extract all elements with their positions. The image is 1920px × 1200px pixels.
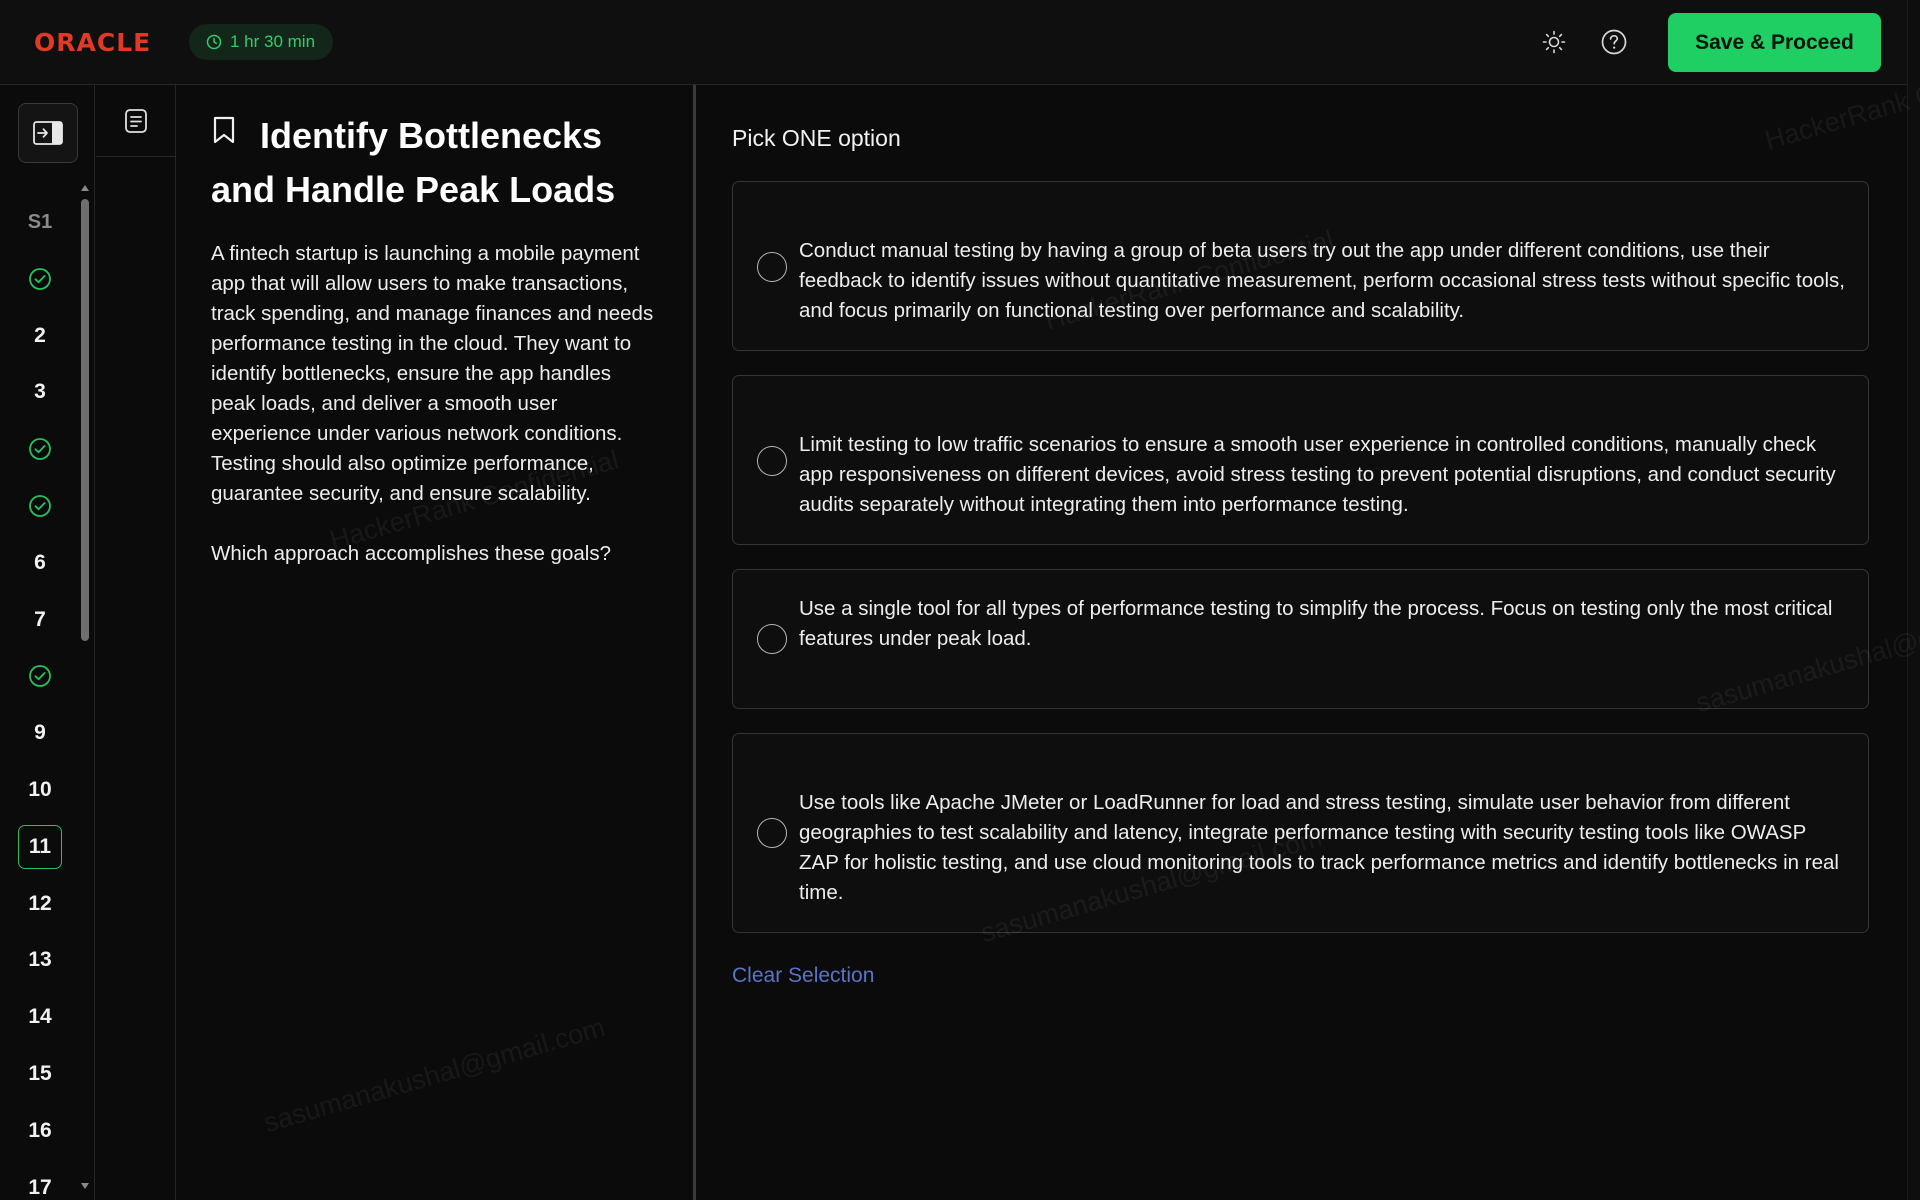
radio-button[interactable]: [757, 818, 787, 848]
scroll-up-arrow[interactable]: [81, 185, 89, 191]
question-item[interactable]: 9: [18, 711, 62, 755]
question-current-item[interactable]: 11: [18, 824, 62, 869]
answer-option-text: Conduct manual testing by having a group…: [799, 239, 1846, 322]
question-item[interactable]: 10: [18, 768, 62, 812]
question-item[interactable]: 15: [18, 1052, 62, 1096]
top-bar: ORACLE 1 hr 30 min Save & Proceed: [0, 0, 1920, 85]
help-circle-icon[interactable]: [1598, 26, 1630, 58]
sun-icon[interactable]: [1538, 26, 1570, 58]
check-circle-icon: [29, 665, 51, 688]
question-item[interactable]: 17: [18, 1166, 62, 1200]
question-item[interactable]: 7: [18, 598, 62, 642]
check-circle-icon: [29, 267, 51, 290]
question-item[interactable]: 12: [18, 882, 62, 926]
clear-selection-link[interactable]: Clear Selection: [732, 964, 874, 988]
question-item[interactable]: 16: [18, 1109, 62, 1153]
question-list-scrollbar[interactable]: [80, 185, 90, 1190]
question-answered-item[interactable]: [18, 257, 62, 301]
question-panel: Identify Bottlenecks and Handle Peak Loa…: [177, 85, 693, 1200]
radio-button[interactable]: [757, 446, 787, 476]
question-answered-item[interactable]: [18, 484, 62, 528]
question-navigator: S1 2 3 6 7 9 10 11 12 13 14 15 16 17: [0, 85, 95, 1200]
notes-tab[interactable]: [96, 85, 175, 157]
page-scrollbar[interactable]: [1907, 0, 1920, 1200]
oracle-logo: ORACLE: [34, 28, 152, 57]
question-item[interactable]: 14: [18, 995, 62, 1039]
question-prompt: Which approach accomplishes these goals?: [211, 542, 611, 565]
tool-column: [96, 85, 176, 1200]
answer-instruction: Pick ONE option: [732, 125, 901, 151]
timer-badge: 1 hr 30 min: [189, 24, 334, 60]
answer-option-1[interactable]: Conduct manual testing by having a group…: [732, 181, 1869, 351]
answer-panel: Pick ONE option Conduct manual testing b…: [696, 85, 1920, 1200]
answer-option-2[interactable]: Limit testing to low traffic scenarios t…: [732, 375, 1869, 545]
question-item[interactable]: 3: [18, 370, 62, 414]
save-proceed-button[interactable]: Save & Proceed: [1668, 13, 1881, 72]
answer-option-4[interactable]: Use tools like Apache JMeter or LoadRunn…: [732, 733, 1869, 933]
check-circle-icon: [29, 495, 51, 517]
answer-option-text: Limit testing to low traffic scenarios t…: [799, 433, 1836, 516]
answer-option-text: Use a single tool for all types of perfo…: [799, 597, 1833, 650]
radio-button[interactable]: [757, 624, 787, 654]
radio-button[interactable]: [757, 252, 787, 282]
sidebar-expand-button[interactable]: [18, 103, 78, 163]
timer-text: 1 hr 30 min: [230, 32, 316, 51]
scrollbar-thumb[interactable]: [81, 199, 89, 641]
question-item[interactable]: 6: [18, 541, 62, 585]
answer-option-text: Use tools like Apache JMeter or LoadRunn…: [799, 791, 1839, 904]
question-item[interactable]: 2: [18, 314, 62, 358]
answer-option-3[interactable]: Use a single tool for all types of perfo…: [732, 569, 1869, 709]
notes-icon: [124, 108, 147, 133]
clock-icon: [206, 34, 222, 50]
sidebar-expand-icon: [33, 121, 63, 145]
question-answered-item[interactable]: [18, 427, 62, 471]
question-item[interactable]: 13: [18, 938, 62, 982]
check-circle-icon: [29, 438, 51, 461]
question-answered-item[interactable]: [18, 654, 62, 698]
question-body: A fintech startup is launching a mobile …: [211, 242, 654, 505]
section-label: S1: [27, 210, 53, 233]
question-title: Identify Bottlenecks and Handle Peak Loa…: [211, 115, 616, 210]
scroll-down-arrow[interactable]: [81, 1183, 89, 1189]
